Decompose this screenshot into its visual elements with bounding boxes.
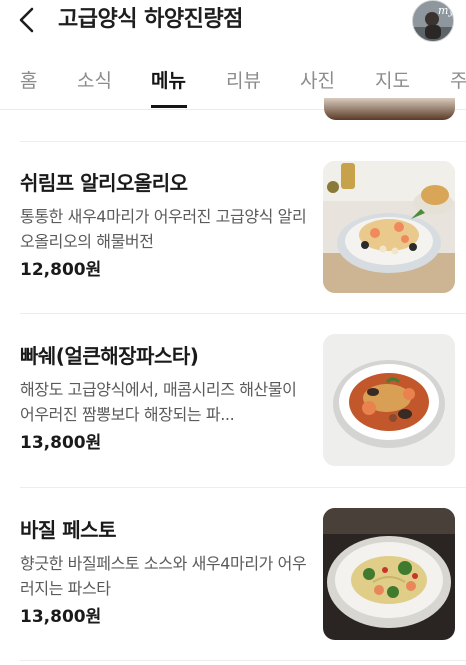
previous-item-thumbnail[interactable] — [324, 98, 455, 120]
menu-item-description: 해장도 고급양식에서, 매콤시리즈 해산물이 어우러진 짬뽕보다 해장되는 파.… — [20, 380, 297, 424]
chevron-left-icon — [19, 7, 34, 33]
tab-photos[interactable]: 사진 — [300, 68, 335, 94]
menu-item-description: 통통한 새우4마리가 어우러진 고급양식 알리오올리오의 해물버전 — [20, 207, 307, 251]
menu-item-name: 바질 페스토 — [20, 518, 116, 542]
tab-map[interactable]: 지도 — [375, 68, 410, 94]
shrimp-aglio-olio-image — [323, 161, 455, 293]
tab-reviews[interactable]: 리뷰 — [226, 68, 261, 94]
spicy-seafood-pasta-image — [323, 334, 455, 466]
profile-badge-text: my — [438, 4, 454, 17]
divider — [20, 660, 466, 661]
divider — [20, 487, 466, 488]
back-button[interactable] — [12, 5, 46, 35]
avatar-image: my — [413, 1, 454, 41]
menu-item-price: 12,800원 — [20, 260, 102, 280]
menu-item-photo[interactable] — [323, 334, 455, 466]
menu-item-name: 쉬림프 알리오올리오 — [20, 171, 188, 195]
tab-news[interactable]: 소식 — [77, 68, 112, 94]
menu-item-photo[interactable] — [323, 508, 455, 640]
menu-item-price: 13,800원 — [20, 433, 102, 453]
tab-more[interactable]: 주 — [450, 68, 466, 94]
app-header: 고급양식 하양진량점 my — [0, 0, 466, 52]
menu-item-price: 13,800원 — [20, 607, 102, 627]
tab-menu[interactable]: 메뉴 — [151, 68, 186, 94]
menu-item-photo[interactable] — [323, 161, 455, 293]
basil-pesto-pasta-image — [323, 508, 455, 640]
store-title: 고급양식 하양진량점 — [58, 7, 243, 32]
active-tab-indicator — [151, 105, 187, 108]
divider — [20, 141, 466, 142]
divider — [20, 313, 466, 314]
menu-item-name: 빠쉐(얼큰해장파스타) — [20, 344, 199, 368]
tab-home[interactable]: 홈 — [20, 68, 37, 94]
profile-avatar[interactable]: my — [412, 0, 454, 42]
menu-item-description: 향긋한 바질페스토 소스와 새우4마리가 어우러지는 파스타 — [20, 554, 307, 598]
